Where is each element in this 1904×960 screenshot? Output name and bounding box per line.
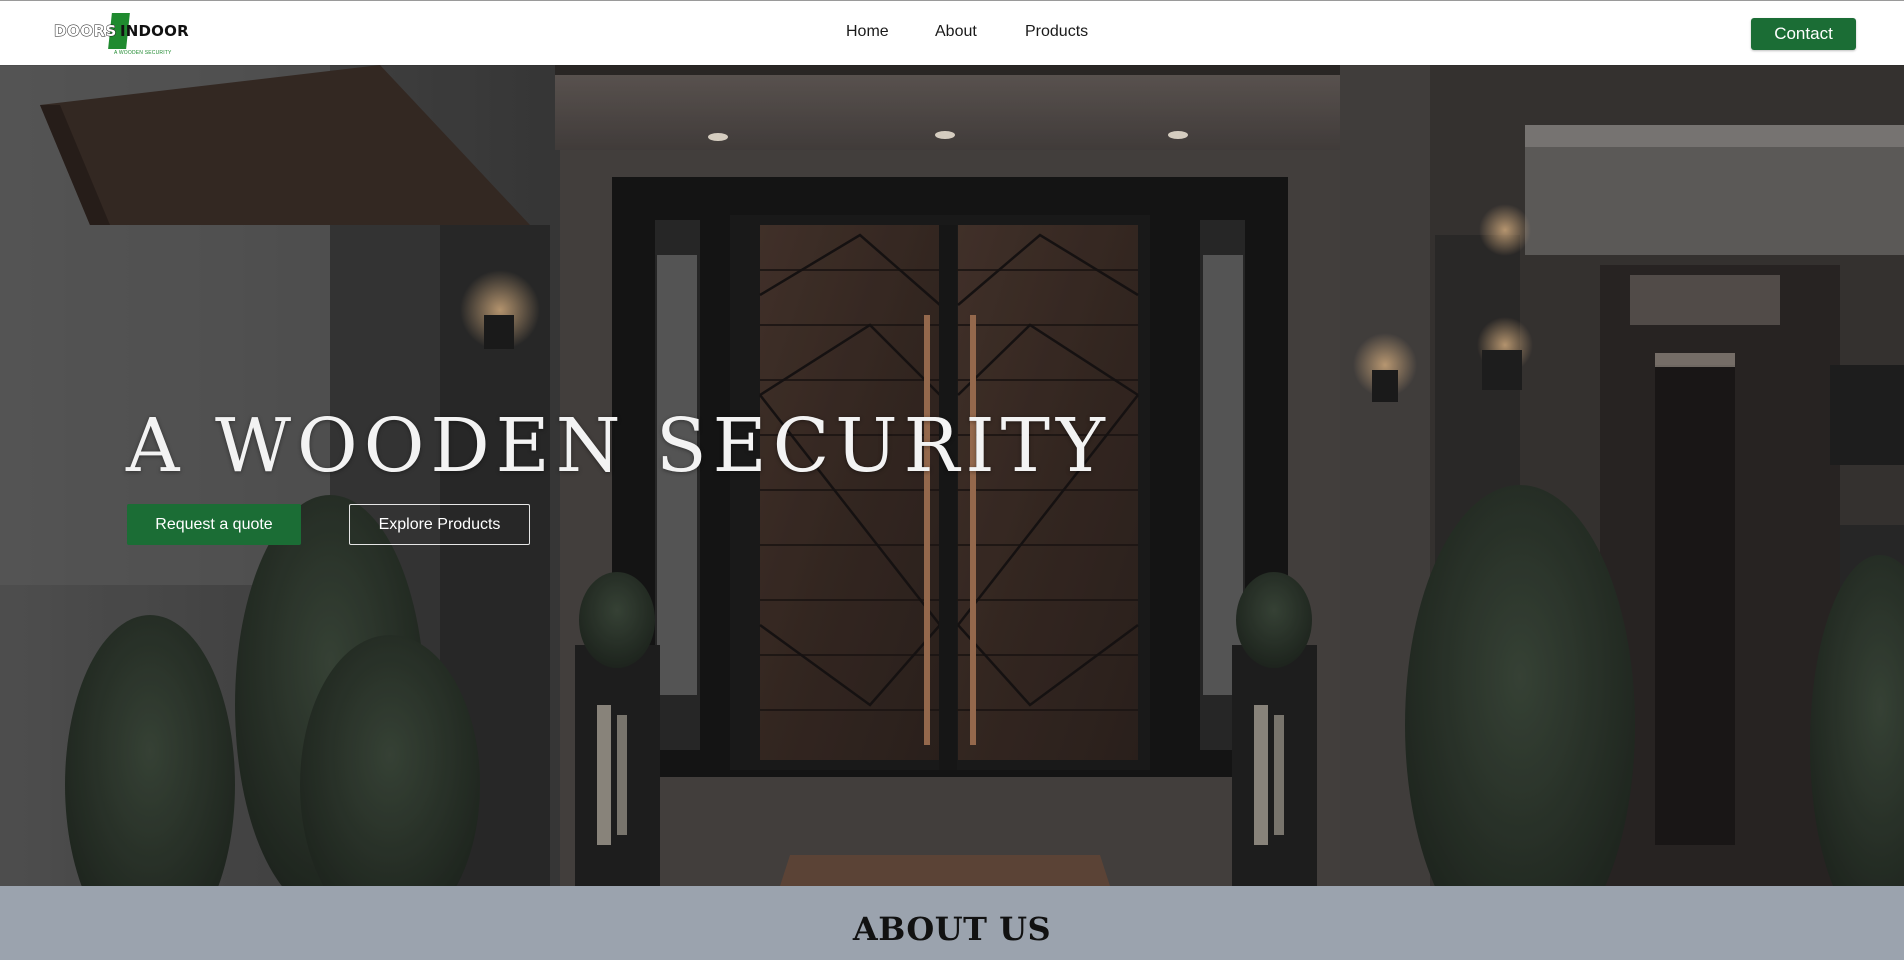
logo-word-indoor: INDOOR <box>120 22 189 40</box>
site-header: DOORS INDOOR A WOODEN SECURITY Home Abou… <box>0 0 1904 65</box>
nav-link-about[interactable]: About <box>935 23 977 41</box>
about-section: ABOUT US <box>0 886 1904 960</box>
brand-logo[interactable]: DOORS INDOOR A WOODEN SECURITY <box>54 11 189 61</box>
contact-button[interactable]: Contact <box>1751 18 1856 50</box>
hero-section: A WOODEN SECURITY Request a quote Explor… <box>0 65 1904 886</box>
hero-title: A WOODEN SECURITY <box>126 403 1111 489</box>
logo-tagline: A WOODEN SECURITY <box>114 50 172 56</box>
about-title: ABOUT US <box>852 910 1052 948</box>
nav-link-products[interactable]: Products <box>1025 23 1088 41</box>
nav-link-home[interactable]: Home <box>846 23 889 41</box>
logo-word-doors: DOORS <box>54 22 117 41</box>
request-quote-button[interactable]: Request a quote <box>127 504 301 545</box>
explore-products-button[interactable]: Explore Products <box>349 504 530 545</box>
